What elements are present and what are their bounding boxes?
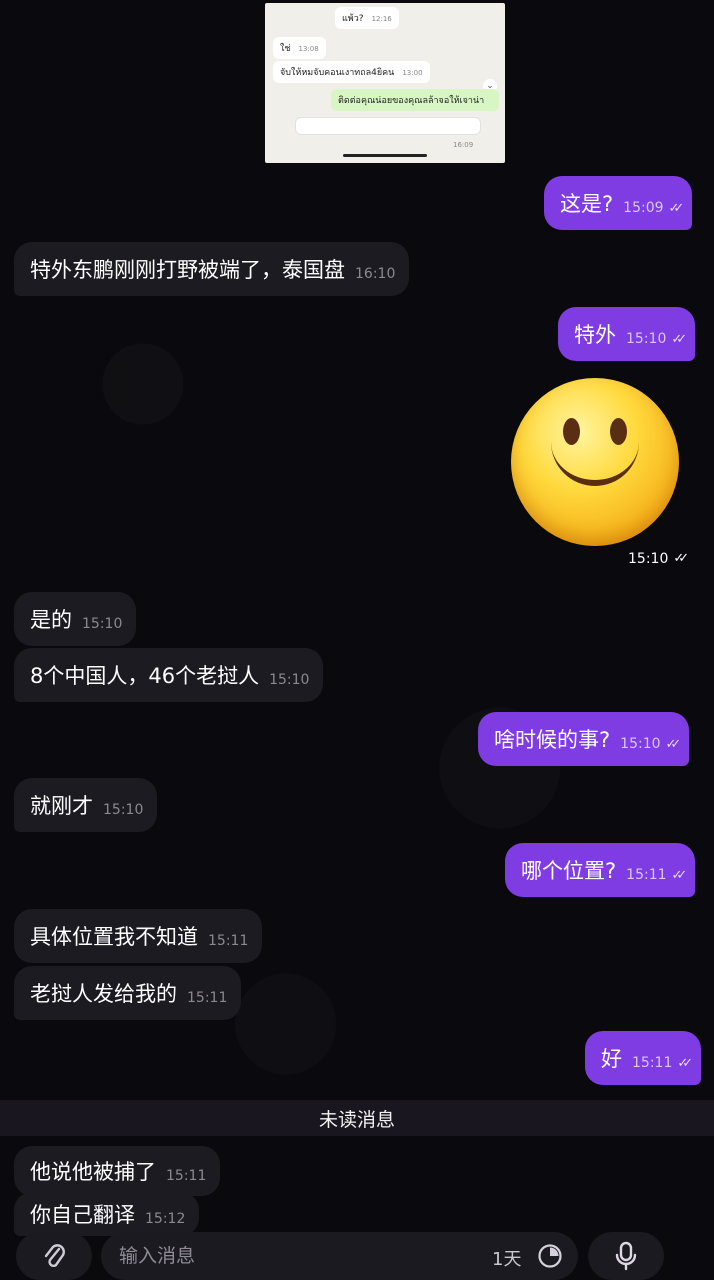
read-receipt-icon: ✓✓ — [673, 551, 689, 566]
message-bubble-outgoing[interactable]: 哪个位置? 15:11 ✓✓ — [505, 843, 696, 897]
message-bubble-outgoing[interactable]: 特外 15:10 ✓✓ — [558, 307, 696, 361]
message-input-field[interactable]: 1天 — [101, 1232, 578, 1280]
message-text: 他说他被捕了 — [30, 1160, 156, 1184]
message-text: 好 — [601, 1047, 622, 1071]
read-receipt-icon: ✓✓ — [671, 867, 688, 883]
message-time: 15:10 — [82, 616, 123, 632]
read-receipt-icon: ✓✓ — [671, 331, 687, 347]
message-time: 15:10 — [628, 551, 669, 567]
forwarded-screenshot-image[interactable]: แพ้ว? 12:16 ใช่ 13:08 จับให้หมจับคอนเงาทถล… — [265, 3, 505, 163]
sticker-meta: 15:10 ✓✓ — [628, 551, 689, 567]
message-text: 就刚才 — [30, 794, 93, 818]
sticker-eye — [563, 418, 580, 445]
microphone-icon — [615, 1241, 637, 1271]
message-bubble-incoming[interactable]: 老挝人发给我的 15:11 — [14, 966, 242, 1020]
message-text: 是的 — [30, 608, 72, 632]
message-text: 具体位置我不知道 — [30, 925, 198, 949]
paperclip-icon — [44, 1244, 65, 1268]
message-time: 15:11 — [626, 867, 667, 883]
message-time: 15:09 — [623, 200, 664, 216]
message-bubble-incoming[interactable]: 是的 15:10 — [14, 592, 137, 646]
message-time: 15:12 — [145, 1211, 186, 1227]
self-destruct-timer-icon[interactable] — [537, 1243, 563, 1269]
screenshot-message: จับให้หมจับคอนเงาทถล4ยิคน 13:00 — [273, 61, 430, 83]
attach-button[interactable] — [16, 1232, 92, 1280]
message-time: 15:11 — [166, 1168, 207, 1184]
unread-messages-divider: 未读消息 — [0, 1100, 714, 1136]
message-text: 特外 — [574, 323, 616, 347]
message-bubble-outgoing[interactable]: 啥时候的事? 15:10 ✓✓ — [478, 712, 690, 766]
read-receipt-icon: ✓✓ — [668, 200, 685, 216]
message-text: 老挝人发给我的 — [30, 982, 177, 1006]
message-bubble-incoming[interactable]: 特外东鹏刚刚打野被端了，泰国盘 16:10 — [14, 242, 410, 296]
screenshot-time: 16:09 — [453, 141, 474, 149]
message-bubble-incoming[interactable]: 8个中国人，46个老挝人 15:10 — [14, 648, 324, 702]
message-time: 15:11 — [187, 990, 228, 1006]
message-text: 8个中国人，46个老挝人 — [30, 664, 260, 688]
read-receipt-icon: ✓✓ — [677, 1055, 693, 1071]
message-text: 这是? — [560, 192, 614, 216]
voice-record-button[interactable] — [588, 1232, 664, 1280]
message-time: 15:10 — [626, 331, 667, 347]
message-text: 特外东鹏刚刚打野被端了，泰国盘 — [30, 258, 345, 282]
message-bubble-outgoing[interactable]: 这是? 15:09 ✓✓ — [544, 176, 693, 230]
screenshot-message — [295, 117, 481, 135]
message-text: 你自己翻译 — [30, 1203, 135, 1227]
message-time: 15:10 — [620, 736, 661, 752]
smiling-face-sticker[interactable] — [511, 378, 679, 546]
message-bubble-incoming[interactable]: 你自己翻译 15:12 — [14, 1192, 200, 1236]
read-receipt-icon: ✓✓ — [665, 736, 682, 752]
self-destruct-timer-label[interactable]: 1天 — [492, 1245, 521, 1271]
screenshot-message: ใช่ 13:08 — [273, 37, 326, 59]
message-text: 啥时候的事? — [494, 728, 611, 752]
message-bubble-outgoing[interactable]: 好 15:11 ✓✓ — [585, 1031, 702, 1085]
message-time: 15:10 — [103, 802, 144, 818]
message-composer: 1天 — [0, 1232, 714, 1280]
message-time: 15:11 — [208, 933, 249, 949]
message-bubble-incoming[interactable]: 他说他被捕了 15:11 — [14, 1146, 221, 1196]
message-time: 15:11 — [632, 1055, 673, 1071]
sticker-eye — [610, 418, 627, 445]
message-time: 16:10 — [355, 266, 396, 282]
message-bubble-incoming[interactable]: 就刚才 15:10 — [14, 778, 158, 832]
message-bubble-incoming[interactable]: 具体位置我不知道 15:11 — [14, 909, 263, 963]
message-time: 15:10 — [269, 672, 310, 688]
message-input[interactable] — [119, 1245, 479, 1267]
unread-divider-label: 未读消息 — [318, 1108, 395, 1131]
sticker-mouth — [551, 442, 639, 486]
message-text: 哪个位置? — [521, 859, 617, 883]
home-indicator — [343, 154, 427, 157]
screenshot-message: ติดต่อคุณน่อยของคุณลล้าจอให้เจาน่า — [331, 89, 500, 111]
screenshot-message: แพ้ว? 12:16 — [335, 7, 399, 29]
